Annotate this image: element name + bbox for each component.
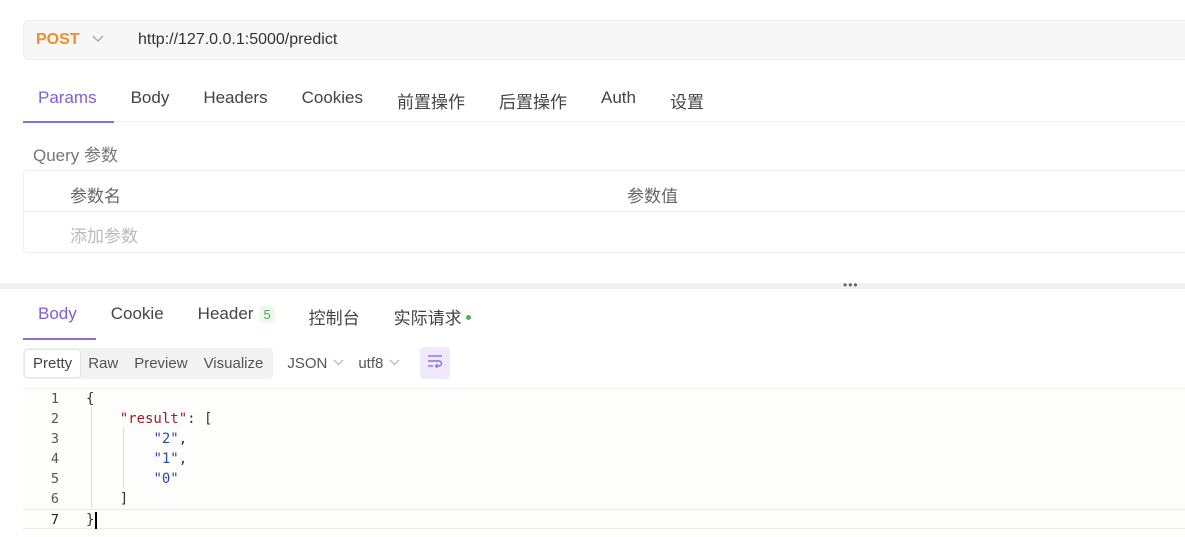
tab-response-body[interactable]: Body	[23, 292, 96, 340]
json-string: "0"	[153, 471, 179, 487]
tab-actual-request[interactable]: 实际请求	[379, 292, 490, 339]
view-preview-button[interactable]: Preview	[126, 350, 195, 377]
code-line: 1 {	[23, 389, 1185, 409]
add-param-input[interactable]: 添加参数	[70, 222, 138, 247]
method-label: POST	[36, 31, 80, 48]
encoding-select-value: utf8	[358, 354, 384, 372]
code-line: 3 "2",	[23, 429, 1185, 449]
params-table: 参数名 参数值 添加参数	[23, 170, 1185, 253]
line-number: 3	[50, 431, 59, 447]
encoding-select[interactable]: utf8	[358, 355, 400, 372]
tab-cookies[interactable]: Cookies	[285, 76, 380, 122]
panel-divider[interactable]	[0, 283, 1185, 289]
tab-body[interactable]: Body	[114, 76, 187, 122]
query-params-title: Query 参数	[33, 146, 119, 165]
tab-pre-operations[interactable]: 前置操作	[380, 76, 482, 122]
header-count-badge: 5	[259, 306, 275, 323]
status-dot-icon	[465, 315, 471, 321]
method-select[interactable]: POST	[24, 31, 124, 49]
line-number: 1	[50, 391, 59, 407]
tab-response-header-label: Header	[197, 304, 254, 323]
text-cursor	[95, 511, 98, 529]
word-wrap-icon	[427, 354, 443, 373]
chevron-down-icon	[92, 34, 104, 46]
code-line: 4 "1",	[23, 449, 1185, 469]
code-line: 2 "result": [	[23, 409, 1185, 429]
tab-post-operations[interactable]: 后置操作	[482, 76, 584, 122]
line-number: 7	[50, 512, 59, 528]
response-toolbar: Pretty Raw Preview Visualize JSON utf8	[23, 347, 451, 379]
chevron-down-icon	[389, 358, 400, 369]
view-mode-switch: Pretty Raw Preview Visualize	[23, 347, 274, 379]
code-text: {	[86, 391, 95, 407]
request-tabs: Params Body Headers Cookies 前置操作 后置操作 Au…	[23, 76, 1185, 123]
line-number: 6	[50, 491, 59, 507]
tab-console[interactable]: 控制台	[294, 292, 379, 339]
json-string: "2"	[153, 431, 179, 447]
tab-response-header[interactable]: Header 5	[183, 292, 294, 339]
resize-handle-icon[interactable]: •••	[843, 278, 859, 292]
line-number: 4	[50, 451, 59, 467]
code-line: 6 ]	[23, 489, 1185, 509]
params-table-header: 参数名 参数值	[24, 171, 1185, 212]
line-number: 2	[50, 411, 59, 427]
chevron-down-icon	[333, 358, 344, 369]
code-line-current: 7 }	[23, 509, 1185, 529]
param-name-header: 参数名	[70, 187, 121, 206]
code-text: }	[86, 510, 98, 530]
tab-headers[interactable]: Headers	[186, 76, 284, 122]
response-tabs: Body Cookie Header 5 控制台 实际请求	[23, 292, 490, 340]
param-value-header: 参数值	[627, 187, 678, 206]
response-code-viewer[interactable]: 1 { 2 "result": [ 3 "2", 4 "1", 5 "0" 6 …	[23, 388, 1185, 537]
code-text: "0"	[86, 469, 179, 489]
tab-console-label: 控制台	[308, 309, 360, 328]
format-select[interactable]: JSON	[287, 355, 344, 372]
code-text: "1",	[153, 451, 188, 467]
view-visualize-button[interactable]: Visualize	[196, 350, 272, 377]
tab-response-cookie-label: Cookie	[110, 304, 164, 323]
format-select-value: JSON	[287, 354, 328, 372]
line-number: 5	[50, 471, 59, 487]
tab-response-body-label: Body	[38, 304, 77, 323]
json-string: "1"	[153, 451, 179, 467]
code-line: 5 "0"	[23, 469, 1185, 489]
word-wrap-button[interactable]	[420, 347, 451, 379]
tab-settings[interactable]: 设置	[653, 76, 721, 122]
tab-actual-request-label: 实际请求	[393, 309, 462, 328]
url-bar: POST	[23, 20, 1185, 60]
json-key: "result"	[119, 411, 188, 427]
tab-params[interactable]: Params	[23, 76, 114, 123]
url-input[interactable]	[138, 31, 1038, 49]
view-raw-button[interactable]: Raw	[80, 350, 126, 377]
tab-auth[interactable]: Auth	[584, 76, 653, 122]
code-text: "result": [	[119, 411, 213, 427]
code-text: "2",	[153, 431, 188, 447]
tab-response-cookie[interactable]: Cookie	[96, 292, 183, 339]
view-pretty-button[interactable]: Pretty	[25, 349, 81, 377]
code-text: ]	[86, 491, 129, 507]
